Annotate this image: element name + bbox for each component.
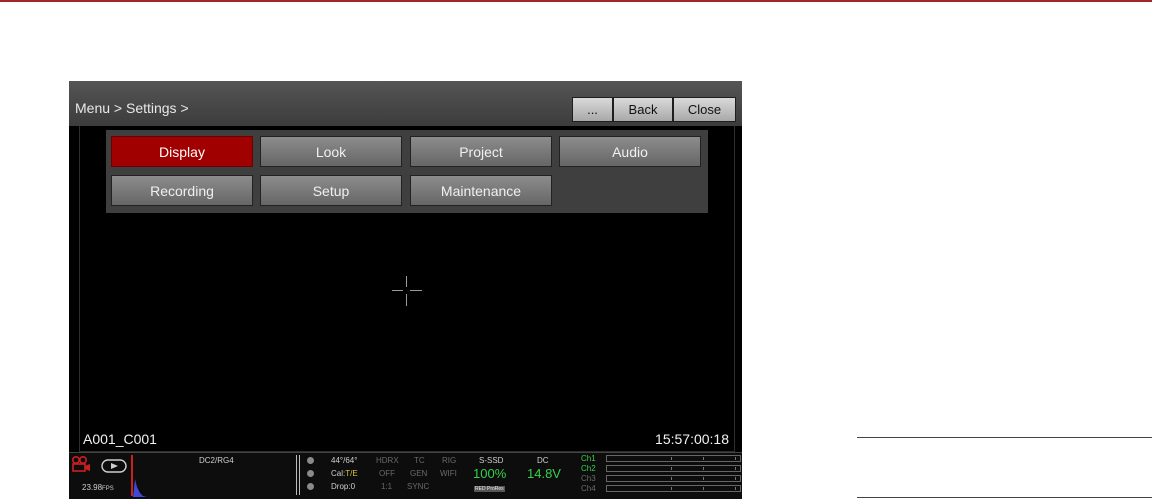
hdrx-ratio: 1:1 <box>381 482 393 491</box>
audio-channel-1: Ch1 <box>581 454 596 463</box>
playback-icon[interactable] <box>101 459 127 473</box>
top-accent-rule <box>0 0 1152 2</box>
media-badge-red: RED <box>474 486 487 492</box>
audio-channel-4: Ch4 <box>581 484 596 493</box>
media-percentage: 100% <box>473 466 507 481</box>
page-divider <box>857 437 1152 438</box>
menu-item-audio[interactable]: Audio <box>559 136 701 167</box>
timecode: 15:57:00:18 <box>655 431 729 447</box>
audio-channel-3: Ch3 <box>581 474 596 483</box>
close-button[interactable]: Close <box>673 97 736 122</box>
audio-meter-3 <box>606 475 741 482</box>
menu-item-look[interactable]: Look <box>260 136 402 167</box>
more-button[interactable]: ... <box>572 97 613 122</box>
back-button[interactable]: Back <box>613 97 673 122</box>
fps-readout: 23.98FPS <box>82 483 114 492</box>
audio-meter-4 <box>606 485 741 492</box>
calibration-readout: Cal:T/E <box>331 469 358 478</box>
status-divider <box>299 455 300 495</box>
hdrx-label: HDRX <box>376 456 399 465</box>
audio-meter-2 <box>606 465 741 472</box>
power-voltage: 14.8V <box>527 466 561 481</box>
temperature-readout: 44°/64° <box>331 456 358 465</box>
histogram-graph <box>133 479 147 497</box>
camera-menu-screen: Menu > Settings > ... Back Close Display… <box>69 81 742 499</box>
status-divider <box>296 455 297 495</box>
center-crosshair-icon <box>392 276 422 306</box>
status-dot <box>307 483 314 490</box>
breadcrumb: Menu > Settings > <box>75 100 189 116</box>
drop-frame-readout: Drop:0 <box>331 482 356 491</box>
tc-label: TC <box>414 456 425 465</box>
menu-item-project[interactable]: Project <box>410 136 552 167</box>
camera-record-icon[interactable] <box>71 456 91 472</box>
codec-readout: DC2/RG4 <box>199 456 234 465</box>
tc-sync: SYNC <box>407 482 430 491</box>
audio-meter-1 <box>606 455 741 462</box>
media-label: S-SSD <box>479 456 504 465</box>
menu-item-maintenance[interactable]: Maintenance <box>410 175 552 206</box>
menu-item-setup[interactable]: Setup <box>260 175 402 206</box>
settings-menu-panel: Display Look Project Audio Recording Set… <box>106 130 708 213</box>
menu-item-display[interactable]: Display <box>111 136 253 167</box>
audio-channel-2: Ch2 <box>581 464 596 473</box>
menu-titlebar: Menu > Settings > ... Back Close <box>69 81 742 126</box>
clip-name: A001_C001 <box>83 431 157 447</box>
rig-value: WIFI <box>440 469 457 478</box>
hdrx-value: OFF <box>379 469 395 478</box>
page-divider <box>857 497 1152 498</box>
rig-label: RIG <box>442 456 457 465</box>
media-badge-prores: ProRes <box>486 486 505 492</box>
tc-value: GEN <box>410 469 428 478</box>
status-dot <box>307 457 314 464</box>
status-dot <box>307 470 314 477</box>
power-label: DC <box>537 456 549 465</box>
status-bar: 23.98FPS DC2/RG4 44°/64° Cal:T/E Drop:0 … <box>69 452 742 499</box>
menu-item-recording[interactable]: Recording <box>111 175 253 206</box>
